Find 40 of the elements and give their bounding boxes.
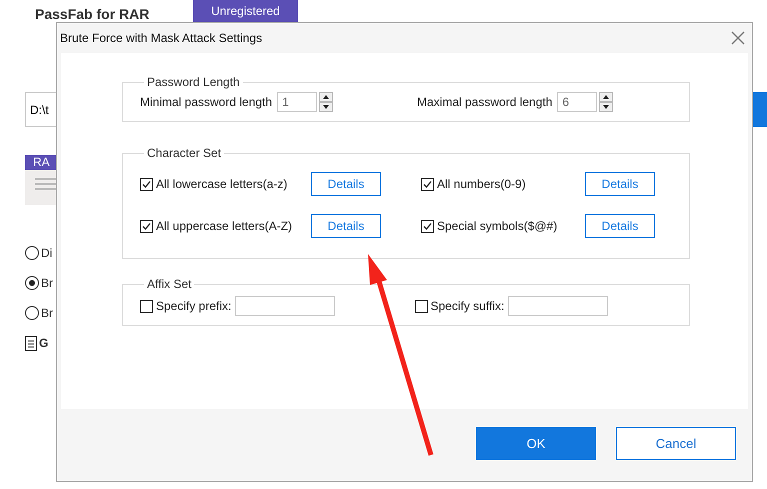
radio-label: Br <box>41 306 53 320</box>
details-button[interactable]: Details <box>311 172 381 196</box>
checkbox[interactable] <box>140 220 153 232</box>
checkbox-label: All uppercase letters(A-Z) <box>156 219 292 233</box>
group-title: Password Length <box>146 75 241 89</box>
checkbox-label: All lowercase letters(a-z) <box>156 177 288 191</box>
guide-label: G <box>39 336 48 350</box>
number-field[interactable]: 6 <box>557 92 598 112</box>
number-field[interactable]: 1 <box>277 92 318 112</box>
radio-button[interactable] <box>25 246 39 260</box>
checkbox-label: Specify suffix: <box>430 299 504 313</box>
radio-label: Br <box>41 276 53 290</box>
lines-icon <box>35 178 57 192</box>
checkbox[interactable] <box>414 300 428 312</box>
app-title: PassFab for RAR <box>35 6 150 22</box>
radio-label: Di <box>41 246 52 260</box>
text-field[interactable] <box>235 296 336 316</box>
checkbox[interactable] <box>421 220 434 232</box>
checkbox-label: Special symbols($@#) <box>437 219 558 233</box>
status-tab[interactable]: Unregistered <box>193 0 298 22</box>
radio-button[interactable] <box>25 276 39 290</box>
checkbox[interactable] <box>140 300 153 312</box>
close-icon[interactable] <box>730 30 746 46</box>
dialog-title: Brute Force with Mask Attack Settings <box>60 31 262 45</box>
field-label: Maximal password length <box>417 95 552 109</box>
document-icon <box>25 336 37 350</box>
checkbox[interactable] <box>140 178 153 190</box>
field-label: Minimal password length <box>140 95 272 109</box>
text-field[interactable] <box>508 296 608 316</box>
checkbox-label: All numbers(0-9) <box>437 177 526 191</box>
details-button[interactable]: Details <box>311 214 381 238</box>
cancel-button[interactable]: Cancel <box>616 426 736 460</box>
details-button[interactable]: Details <box>585 214 655 238</box>
ok-button[interactable]: OK <box>476 426 596 460</box>
radio-button[interactable] <box>25 306 39 320</box>
group-title: Affix Set <box>146 277 192 291</box>
details-button[interactable]: Details <box>585 172 655 196</box>
checkbox-label: Specify prefix: <box>156 299 232 313</box>
checkbox[interactable] <box>421 178 434 190</box>
group-title: Character Set <box>146 146 222 160</box>
